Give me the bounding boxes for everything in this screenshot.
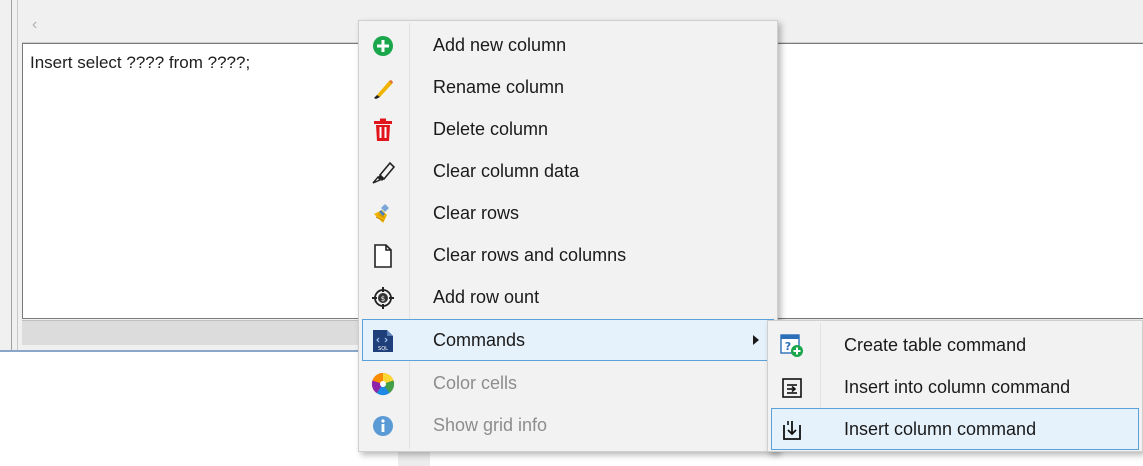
menu-item-label: Delete column bbox=[433, 119, 549, 139]
sql-file-icon: SQL bbox=[371, 329, 395, 353]
submenu-arrow-icon bbox=[753, 335, 759, 345]
menu-item-label: Rename column bbox=[433, 77, 565, 97]
blank-page-icon bbox=[371, 244, 395, 268]
submenu-item-insert-into-column-command[interactable]: Insert into column command bbox=[771, 366, 1139, 408]
scroll-left-icon[interactable]: ‹ bbox=[32, 16, 37, 34]
svg-text:$: $ bbox=[381, 295, 385, 303]
menu-item-label: Show grid info bbox=[433, 415, 548, 435]
window-border-inner bbox=[17, 0, 18, 352]
svg-text:SQL: SQL bbox=[378, 346, 388, 352]
submenu-item-label: Insert into column command bbox=[844, 377, 1071, 397]
context-menu: Add new column Rename column Delete colu… bbox=[358, 20, 778, 452]
submenu-item-create-table-command[interactable]: ? Create table command bbox=[771, 324, 1139, 366]
highlighter-icon bbox=[371, 160, 395, 184]
menu-item-commands[interactable]: SQL Commands bbox=[362, 319, 774, 361]
menu-item-add-row-ount[interactable]: $ Add row ount bbox=[362, 276, 774, 318]
sql-text: Insert select ???? from ????; bbox=[30, 53, 251, 72]
menu-item-clear-rows[interactable]: Clear rows bbox=[362, 192, 774, 234]
menu-item-label: Clear column data bbox=[433, 161, 580, 181]
trash-icon bbox=[371, 118, 395, 142]
color-wheel-icon bbox=[371, 372, 395, 396]
menu-item-label: Add new column bbox=[433, 35, 567, 55]
menu-item-label: Clear rows and columns bbox=[433, 245, 627, 265]
counter-icon: $ bbox=[371, 286, 395, 310]
insert-into-icon bbox=[780, 376, 804, 400]
background-panel bbox=[398, 452, 430, 466]
commands-submenu: ? Create table command Insert into colum… bbox=[767, 320, 1143, 452]
menu-item-show-grid-info[interactable]: Show grid info bbox=[362, 404, 774, 446]
submenu-item-label: Create table command bbox=[844, 335, 1027, 355]
menu-item-label: Clear rows bbox=[433, 203, 520, 223]
pencil-brush-icon bbox=[371, 76, 395, 100]
svg-text:?: ? bbox=[785, 340, 791, 353]
create-table-icon: ? bbox=[780, 334, 804, 358]
info-icon bbox=[371, 414, 395, 438]
menu-item-color-cells[interactable]: Color cells bbox=[362, 362, 774, 404]
menu-item-label: Add row ount bbox=[433, 287, 540, 307]
menu-item-clear-column-data[interactable]: Clear column data bbox=[362, 150, 774, 192]
submenu-item-label: Insert column command bbox=[844, 419, 1037, 439]
add-circle-icon bbox=[371, 34, 395, 58]
menu-item-clear-rows-and-columns[interactable]: Clear rows and columns bbox=[362, 234, 774, 276]
menu-item-label: Commands bbox=[433, 330, 526, 350]
broom-icon bbox=[371, 202, 395, 226]
submenu-item-insert-column-command[interactable]: Insert column command bbox=[771, 408, 1139, 450]
menu-item-rename-column[interactable]: Rename column bbox=[362, 66, 774, 108]
menu-item-add-new-column[interactable]: Add new column bbox=[362, 24, 774, 66]
insert-column-icon bbox=[780, 418, 804, 442]
menu-item-delete-column[interactable]: Delete column bbox=[362, 108, 774, 150]
menu-item-label: Color cells bbox=[433, 373, 518, 393]
window-border bbox=[11, 0, 12, 352]
